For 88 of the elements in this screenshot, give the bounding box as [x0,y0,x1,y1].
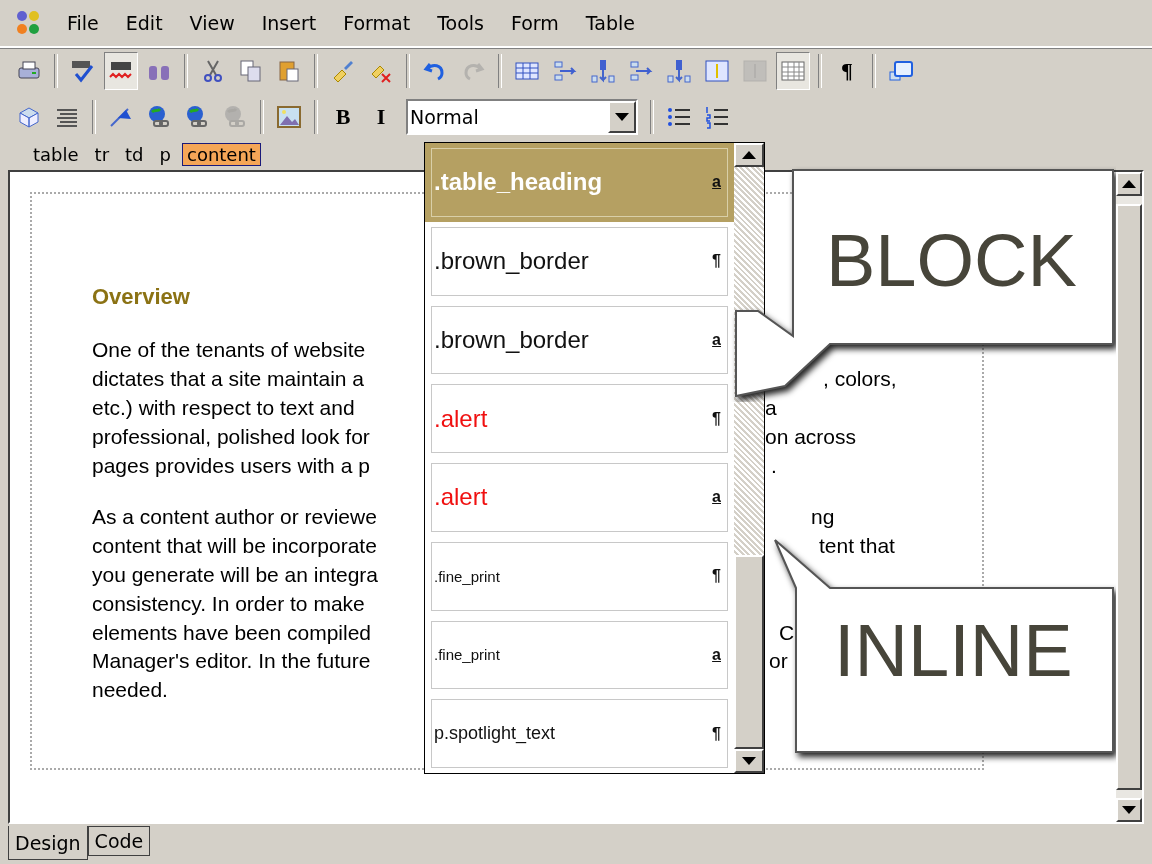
caret-up-icon [742,151,756,159]
toolbar-button[interactable]: B [326,98,360,136]
paragraph-line: or [769,649,788,674]
style-name: .brown_border [434,325,589,354]
callout-label: INLINE [834,608,1073,693]
style-dropdown[interactable]: Normal [406,99,638,135]
menu-item[interactable]: File [67,12,99,34]
tag-path-item[interactable]: content [182,142,261,166]
view-tab[interactable]: Code [87,826,151,856]
caret-down-icon [615,113,629,121]
paragraph-line: you generate will be an integra [92,562,380,587]
dropdown-button[interactable] [608,101,636,133]
menu-item[interactable]: Tools [437,12,484,34]
insert-column-icon [552,58,578,84]
toolbar-button[interactable] [104,52,138,90]
insert-column-icon [628,58,654,84]
paragraph-line: One of the tenants of website [92,338,367,363]
paragraph-line: professional, polished look for [92,424,371,449]
scrollbar-thumb[interactable] [734,555,764,749]
scroll-down-button[interactable] [1116,798,1142,822]
paragraph-line: . [771,453,777,478]
style-name: .fine_print [434,646,500,664]
split-cell-icon [742,58,768,84]
globe-link-icon [222,104,248,130]
scroll-down-button[interactable] [734,749,764,773]
paragraph-line: , colors, [823,367,897,392]
paragraph-line: Manager's editor. In the future [92,649,372,674]
heading-text: Overview [92,284,191,310]
window-icon [888,58,914,84]
style-name: p.spotlight_text [434,723,556,745]
style-list-item[interactable]: .table_heading a [425,143,734,222]
paragraph-line: ng [811,505,835,530]
caret-up-icon [1122,180,1136,188]
menu-item[interactable]: Table [585,12,635,34]
menu-item[interactable]: Insert [261,12,317,34]
style-marker: a [712,330,721,349]
paragraph-line: consistency. In order to make [92,591,366,616]
paragraph-line: etc.) with respect to text and [92,396,356,420]
insert-row-icon [666,58,692,84]
tag-path-item[interactable]: td [120,142,149,166]
caret-down-icon [1122,806,1136,814]
menu-item[interactable]: View [189,12,235,34]
paragraph-line: elements have been compiled [92,620,372,645]
style-name: .alert [434,483,488,512]
style-name: .fine_print [434,567,500,585]
style-name: .table_heading [434,168,603,197]
paragraph-line: pages provides users with a p [92,453,371,478]
spellcheck-icon [70,58,96,84]
split-cell-icon [704,58,730,84]
style-marker: a [712,173,721,192]
menu-item[interactable]: Form [510,12,559,34]
scroll-up-button[interactable] [1116,172,1142,196]
toolbar-button[interactable]: ¶ [830,52,864,90]
style-marker: ¶ [712,252,721,271]
insert-row-icon [590,58,616,84]
table-grid-icon [780,58,806,84]
toolbar-button[interactable]: I [364,98,398,136]
style-marker: a [712,645,721,664]
app-logo-icon [16,10,40,36]
view-tab[interactable]: Design [8,826,88,860]
globe-link-icon [146,104,172,130]
caret-down-icon [742,757,756,765]
scroll-up-button[interactable] [734,143,764,167]
tag-path-item[interactable]: p [154,142,176,166]
image-icon [276,104,302,130]
style-name: .brown_border [434,247,589,276]
menu-item[interactable]: Edit [125,12,163,34]
paragraph-line: on across [765,424,857,449]
style-marker: a [712,488,721,507]
tag-path-item[interactable]: table [28,142,84,166]
menu-item[interactable]: Format [343,12,411,34]
paragraph-line: dictates that a site maintain a [92,367,365,392]
style-marker: ¶ [712,567,721,586]
numbered-list-icon [704,104,730,130]
paragraph-line: tent that [819,534,895,559]
paragraph-line: a [765,396,777,420]
paragraph-line: C [779,620,795,645]
style-marker: ¶ [712,724,721,743]
callout-label: BLOCK [826,218,1077,303]
paragraph-line: needed. [92,678,169,703]
paragraph-line: content that will be incorporate [92,534,378,559]
globe-link-icon [184,104,210,130]
style-marker: ¶ [712,409,721,428]
style-name: .alert [434,404,488,433]
copy-icon [238,58,264,84]
paragraph-line: As a content author or reviewe [92,505,378,530]
tag-path-item[interactable]: tr [89,142,115,166]
paste-icon [276,58,302,84]
